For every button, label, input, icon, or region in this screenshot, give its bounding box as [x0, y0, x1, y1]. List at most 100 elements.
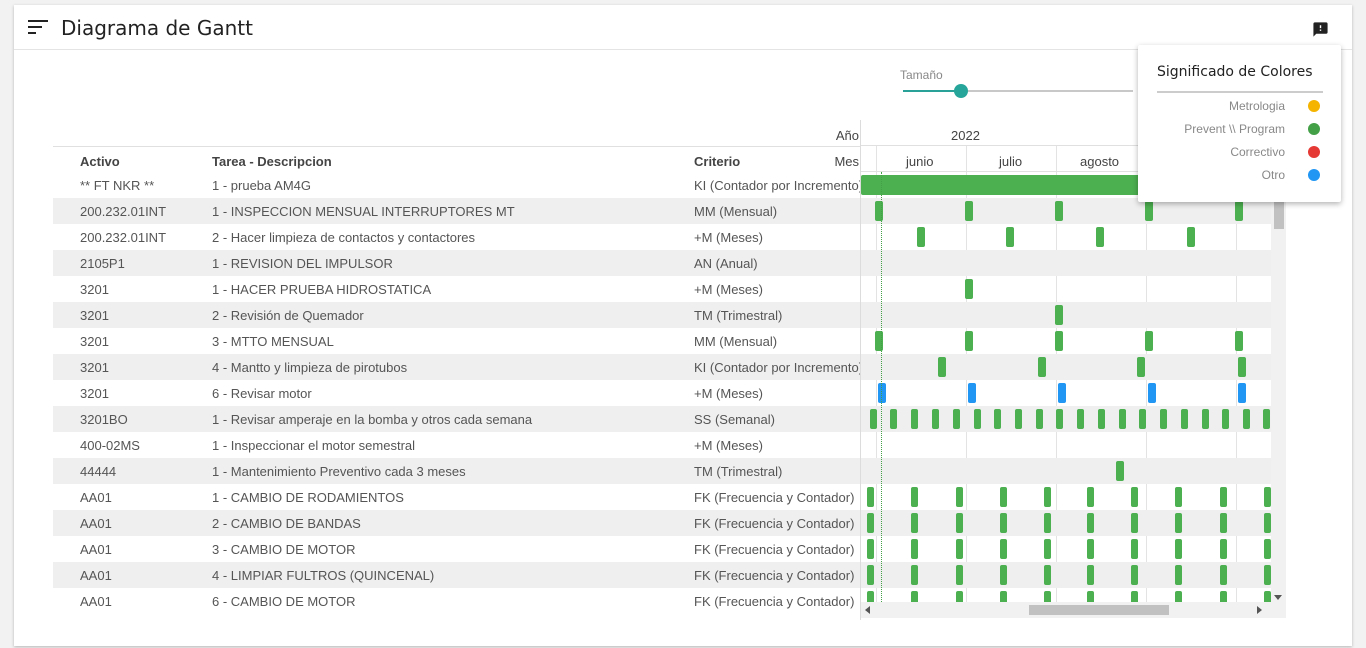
gantt-task-bar[interactable] [1175, 513, 1182, 533]
gantt-task-bar[interactable] [1137, 357, 1145, 377]
gantt-task-bar[interactable] [1098, 409, 1105, 429]
gantt-task-bar[interactable] [1160, 409, 1167, 429]
gantt-task-bar[interactable] [1087, 513, 1094, 533]
gantt-task-bar[interactable] [911, 591, 918, 602]
gantt-task-bar[interactable] [932, 409, 939, 429]
gantt-task-bar[interactable] [1000, 539, 1007, 559]
gantt-task-bar[interactable] [1220, 513, 1227, 533]
gantt-task-bar[interactable] [1096, 227, 1104, 247]
gantt-task-bar[interactable] [1220, 591, 1227, 602]
gantt-task-bar[interactable] [1264, 513, 1271, 533]
gantt-task-bar[interactable] [1202, 409, 1209, 429]
gantt-task-bar[interactable] [867, 487, 874, 507]
table-row[interactable]: AA01 2 - CAMBIO DE BANDAS FK (Frecuencia y… [53, 510, 861, 536]
gantt-task-bar[interactable] [1087, 487, 1094, 507]
gantt-task-bar[interactable] [1139, 409, 1146, 429]
gantt-task-bar[interactable] [1238, 383, 1246, 403]
gantt-task-bar[interactable] [1044, 539, 1051, 559]
gantt-task-bar[interactable] [1087, 539, 1094, 559]
gantt-task-bar[interactable] [956, 565, 963, 585]
gantt-task-bar[interactable] [917, 227, 925, 247]
gantt-task-bar[interactable] [1056, 409, 1063, 429]
gantt-task-bar[interactable] [1235, 331, 1243, 351]
gantt-task-bar[interactable] [968, 383, 976, 403]
gantt-task-bar[interactable] [1145, 201, 1153, 221]
gantt-task-bar[interactable] [1175, 487, 1182, 507]
gantt-task-bar[interactable] [1175, 539, 1182, 559]
gantt-task-bar[interactable] [1264, 539, 1271, 559]
gantt-task-bar[interactable] [1036, 409, 1043, 429]
gantt-task-bar[interactable] [1077, 409, 1084, 429]
table-row[interactable]: 400-02MS 1 - Inspeccionar el motor semest… [53, 432, 861, 458]
gantt-task-bar[interactable] [1044, 487, 1051, 507]
column-header-criterio[interactable]: Criterio [694, 154, 740, 169]
gantt-task-bar[interactable] [965, 201, 973, 221]
gantt-task-bar[interactable] [1235, 201, 1243, 221]
gantt-task-bar[interactable] [1087, 565, 1094, 585]
table-row[interactable]: 3201 3 - MTTO MENSUAL MM (Mensual) [53, 328, 861, 354]
size-slider[interactable] [903, 84, 1133, 98]
gantt-task-bar[interactable] [1187, 227, 1195, 247]
gantt-task-bar[interactable] [1264, 591, 1271, 602]
table-row[interactable]: 200.232.01INT 1 - INSPECCION MENSUAL INTE… [53, 198, 861, 224]
gantt-task-bar[interactable] [956, 591, 963, 602]
vertical-scrollbar[interactable] [1271, 172, 1286, 602]
horizontal-scroll-thumb[interactable] [1029, 605, 1169, 615]
gantt-task-bar[interactable] [1055, 305, 1063, 325]
gantt-task-bar[interactable] [1087, 591, 1094, 602]
gantt-task-bar[interactable] [1119, 409, 1126, 429]
gantt-task-bar[interactable] [1015, 409, 1022, 429]
gantt-task-bar[interactable] [1131, 513, 1138, 533]
column-header-activo[interactable]: Activo [80, 154, 120, 169]
table-row[interactable]: 3201BO 1 - Revisar amperaje en la bomba y… [53, 406, 861, 432]
gantt-task-bar[interactable] [953, 409, 960, 429]
gantt-task-bar[interactable] [1175, 591, 1182, 602]
gantt-task-bar[interactable] [965, 279, 973, 299]
gantt-task-bar[interactable] [1055, 331, 1063, 351]
gantt-task-bar[interactable] [1264, 565, 1271, 585]
gantt-task-bar[interactable] [994, 409, 1001, 429]
gantt-task-bar[interactable] [1055, 201, 1063, 221]
table-row[interactable]: 3201 4 - Mantto y limpieza de pirotubos KI… [53, 354, 861, 380]
gantt-task-bar[interactable] [1222, 409, 1229, 429]
gantt-task-bar[interactable] [1220, 487, 1227, 507]
gantt-task-bar[interactable] [1116, 461, 1124, 481]
gantt-task-bar[interactable] [1131, 565, 1138, 585]
gantt-task-bar[interactable] [1264, 487, 1271, 507]
gantt-task-bar[interactable] [1238, 357, 1246, 377]
gantt-task-bar[interactable] [974, 409, 981, 429]
gantt-task-bar[interactable] [911, 539, 918, 559]
column-header-tarea[interactable]: Tarea - Descripcion [212, 154, 332, 169]
gantt-task-bar[interactable] [1000, 591, 1007, 602]
gantt-task-bar[interactable] [911, 487, 918, 507]
gantt-task-bar[interactable] [911, 513, 918, 533]
table-row[interactable]: 2105P1 1 - REVISION DEL IMPULSOR AN (Anual… [53, 250, 861, 276]
table-row[interactable]: AA01 6 - CAMBIO DE MOTOR FK (Frecuencia y … [53, 588, 861, 614]
gantt-task-bar[interactable] [1131, 539, 1138, 559]
gantt-task-bar[interactable] [1145, 331, 1153, 351]
gantt-task-bar[interactable] [956, 513, 963, 533]
scroll-down-arrow-icon[interactable] [1274, 595, 1282, 600]
gantt-task-bar[interactable] [956, 539, 963, 559]
gantt-task-bar[interactable] [956, 487, 963, 507]
gantt-task-bar[interactable] [1006, 227, 1014, 247]
feedback-icon[interactable] [1312, 21, 1329, 38]
gantt-task-bar[interactable] [1131, 591, 1138, 602]
gantt-task-bar[interactable] [965, 331, 973, 351]
table-row[interactable]: ** FT NKR ** 1 - prueba AM4G KI (Contador … [53, 172, 861, 198]
gantt-task-bar[interactable] [878, 383, 886, 403]
table-row[interactable]: AA01 1 - CAMBIO DE RODAMIENTOS FK (Frecuen… [53, 484, 861, 510]
gantt-task-bar[interactable] [1181, 409, 1188, 429]
gantt-task-bar[interactable] [870, 409, 877, 429]
gantt-task-bar[interactable] [1175, 565, 1182, 585]
gantt-task-bar[interactable] [1000, 487, 1007, 507]
gantt-task-bar[interactable] [1058, 383, 1066, 403]
table-row[interactable]: AA01 3 - CAMBIO DE MOTOR FK (Frecuencia y … [53, 536, 861, 562]
menu-icon[interactable] [28, 20, 48, 34]
size-slider-thumb[interactable] [953, 84, 968, 98]
gantt-task-bar[interactable] [1220, 539, 1227, 559]
gantt-task-bar[interactable] [1000, 565, 1007, 585]
gantt-task-bar[interactable] [1044, 565, 1051, 585]
gantt-task-bar[interactable] [1044, 591, 1051, 602]
table-row[interactable]: AA01 4 - LIMPIAR FULTROS (QUINCENAL) FK (F… [53, 562, 861, 588]
